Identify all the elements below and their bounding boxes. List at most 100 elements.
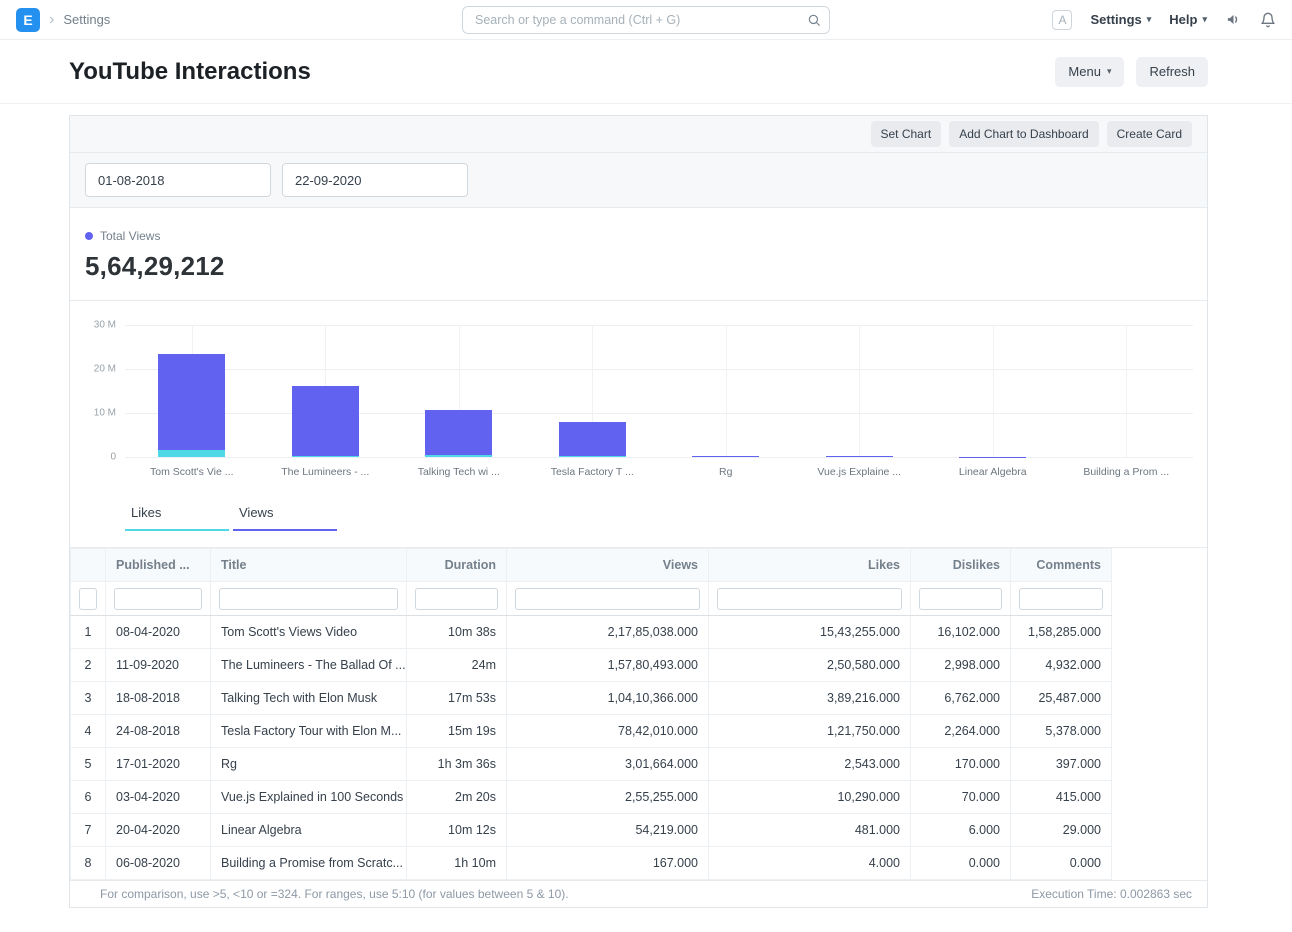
table-row[interactable]: 720-04-2020Linear Algebra10m 12s54,219.0…: [71, 814, 1112, 847]
chart-bar[interactable]: [692, 456, 759, 457]
bar-segment-views: [692, 456, 759, 457]
vertical-gridline: [1126, 325, 1127, 457]
duration-filter-input[interactable]: [415, 588, 498, 610]
table-cell: 03-04-2020: [106, 781, 211, 814]
column-header-views[interactable]: Views: [507, 549, 709, 582]
column-header-title[interactable]: Title: [211, 549, 407, 582]
chart-bar[interactable]: [425, 410, 492, 458]
nav-settings-label: Settings: [1090, 12, 1141, 27]
views-filter-input[interactable]: [515, 588, 700, 610]
column-header-duration[interactable]: Duration: [407, 549, 507, 582]
row-index: 5: [71, 748, 106, 781]
table-cell: 4.000: [709, 847, 911, 880]
announcement-icon[interactable]: [1225, 11, 1242, 28]
table-row[interactable]: 108-04-2020Tom Scott's Views Video10m 38…: [71, 616, 1112, 649]
notifications-bell-icon[interactable]: [1260, 12, 1276, 28]
table-cell: 10m 12s: [407, 814, 507, 847]
chart-bar[interactable]: [826, 456, 893, 457]
chart-bar[interactable]: [292, 386, 359, 457]
table-cell: 18-08-2018: [106, 682, 211, 715]
add-chart-to-dashboard-button[interactable]: Add Chart to Dashboard: [949, 121, 1098, 147]
table-row[interactable]: 424-08-2018Tesla Factory Tour with Elon …: [71, 715, 1112, 748]
breadcrumb-settings[interactable]: Settings: [63, 12, 110, 27]
summary-section: Total Views 5,64,29,212: [70, 208, 1207, 301]
menu-button[interactable]: Menu ▾: [1055, 57, 1124, 87]
table-row[interactable]: 211-09-2020The Lumineers - The Ballad Of…: [71, 649, 1112, 682]
table-cell: 4,932.000: [1011, 649, 1112, 682]
chart-slot: [1060, 325, 1194, 457]
from-date-input[interactable]: [85, 163, 271, 197]
y-tick-label: 0: [110, 452, 116, 463]
gridline: [125, 457, 1193, 458]
table-cell: 6.000: [911, 814, 1011, 847]
x-axis-label: Building a Prom ...: [1060, 466, 1194, 478]
table-row[interactable]: 517-01-2020Rg1h 3m 36s3,01,664.0002,543.…: [71, 748, 1112, 781]
table-cell: 17m 53s: [407, 682, 507, 715]
table-cell: 24m: [407, 649, 507, 682]
set-chart-button[interactable]: Set Chart: [871, 121, 942, 147]
to-date-input[interactable]: [282, 163, 468, 197]
nav-help-dropdown[interactable]: Help ▾: [1169, 12, 1207, 27]
nav-settings-dropdown[interactable]: Settings ▾: [1090, 12, 1151, 27]
table-row[interactable]: 806-08-2020Building a Promise from Scrat…: [71, 847, 1112, 880]
table-row[interactable]: 603-04-2020Vue.js Explained in 100 Secon…: [71, 781, 1112, 814]
chart-bar[interactable]: [559, 422, 626, 457]
row-index: 6: [71, 781, 106, 814]
refresh-button[interactable]: Refresh: [1136, 57, 1208, 87]
table-cell: 15,43,255.000: [709, 616, 911, 649]
table-cell: Rg: [211, 748, 407, 781]
create-card-button[interactable]: Create Card: [1107, 121, 1192, 147]
column-header-likes[interactable]: Likes: [709, 549, 911, 582]
app-logo[interactable]: E: [16, 8, 40, 32]
y-tick-label: 30 M: [94, 320, 116, 331]
y-tick-label: 20 M: [94, 364, 116, 375]
table-body: 108-04-2020Tom Scott's Views Video10m 38…: [71, 616, 1112, 880]
published-filter-input[interactable]: [114, 588, 202, 610]
filter-bar: [70, 153, 1207, 208]
table-cell: 1,04,10,366.000: [507, 682, 709, 715]
table-cell: 10,290.000: [709, 781, 911, 814]
menu-button-label: Menu: [1068, 64, 1101, 79]
chart-slot: [526, 325, 660, 457]
chart-plot: [125, 325, 1193, 457]
table-cell: 06-08-2020: [106, 847, 211, 880]
index-filter-input[interactable]: [79, 588, 97, 610]
column-header-published[interactable]: Published ...: [106, 549, 211, 582]
bar-segment-views: [425, 410, 492, 456]
nav-help-label: Help: [1169, 12, 1197, 27]
table-cell: The Lumineers - The Ballad Of ...: [211, 649, 407, 682]
table-cell: 2,17,85,038.000: [507, 616, 709, 649]
navbar: E › Settings A Settings ▾ Help ▾: [0, 0, 1292, 40]
chart-legend-tab-views[interactable]: Views: [233, 505, 337, 531]
column-header-dislikes[interactable]: Dislikes: [911, 549, 1011, 582]
dislikes-filter-input[interactable]: [919, 588, 1002, 610]
chart-legend: LikesViews: [125, 505, 1193, 531]
x-axis-label: Talking Tech wi ...: [392, 466, 526, 478]
table-cell: 08-04-2020: [106, 616, 211, 649]
likes-filter-input[interactable]: [717, 588, 902, 610]
table-cell: 1h 10m: [407, 847, 507, 880]
bar-segment-likes: [559, 456, 626, 457]
row-index: 7: [71, 814, 106, 847]
chart-bar[interactable]: [158, 354, 225, 457]
avatar[interactable]: A: [1052, 10, 1072, 30]
table-cell: Tesla Factory Tour with Elon M...: [211, 715, 407, 748]
execution-time: Execution Time: 0.002863 sec: [1031, 887, 1192, 901]
title-filter-input[interactable]: [219, 588, 398, 610]
column-header-comments[interactable]: Comments: [1011, 549, 1112, 582]
comments-filter-input[interactable]: [1019, 588, 1103, 610]
table-cell: 15m 19s: [407, 715, 507, 748]
x-axis-label: Linear Algebra: [926, 466, 1060, 478]
bar-segment-views: [292, 386, 359, 455]
table-row[interactable]: 318-08-2018Talking Tech with Elon Musk17…: [71, 682, 1112, 715]
search-input[interactable]: [462, 6, 830, 34]
chevron-down-icon: ▾: [1147, 14, 1152, 25]
filter-hint: For comparison, use >5, <10 or =324. For…: [100, 887, 569, 901]
chart-legend-tab-likes[interactable]: Likes: [125, 505, 229, 531]
total-views-value: 5,64,29,212: [85, 251, 1192, 282]
report-table: Published ... Title Duration Views Likes…: [70, 548, 1112, 880]
vertical-gridline: [993, 325, 994, 457]
table-cell: 11-09-2020: [106, 649, 211, 682]
table-cell: 2m 20s: [407, 781, 507, 814]
table-footer: For comparison, use >5, <10 or =324. For…: [70, 880, 1207, 907]
